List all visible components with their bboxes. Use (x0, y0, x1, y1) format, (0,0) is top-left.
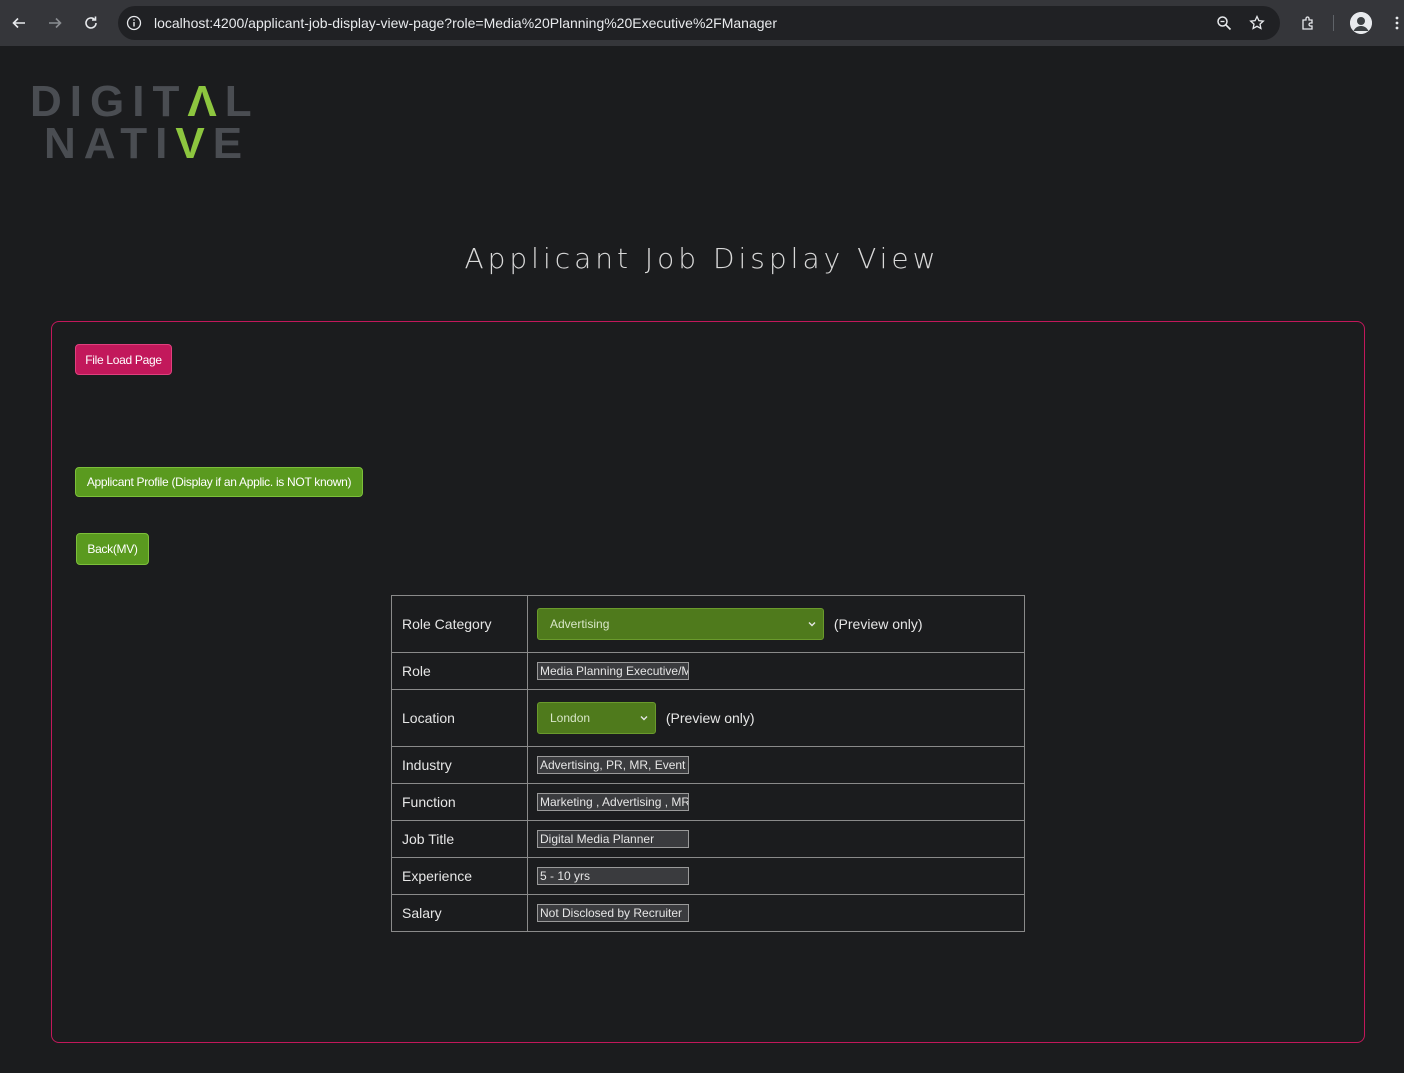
extensions-icon[interactable] (1296, 11, 1320, 35)
reload-icon[interactable] (79, 11, 103, 35)
page-body: DIGITΛL NATIVE Applicant Job Display Vie… (0, 46, 1404, 1073)
table-row-salary: Salary Not Disclosed by Recruiter (391, 894, 1025, 932)
location-preview-note: (Preview only) (665, 710, 755, 726)
profile-avatar[interactable] (1350, 12, 1372, 34)
experience-label: Experience (391, 857, 528, 895)
table-row-role-category: Role Category Advertising (Preview only) (391, 595, 1025, 653)
role-label: Role (391, 652, 528, 690)
location-selected: London (550, 711, 591, 725)
menu-kebab-icon[interactable] (1385, 11, 1404, 35)
site-info-icon[interactable] (126, 15, 142, 31)
file-load-page-button[interactable]: File Load Page (75, 344, 172, 375)
role-category-label: Role Category (391, 595, 528, 653)
function-label: Function (391, 783, 528, 821)
back-mv-button[interactable]: Back(MV) (76, 533, 149, 565)
table-row-role: Role Media Planning Executive/Manager (391, 652, 1025, 690)
url-text[interactable]: localhost:4200/applicant-job-display-vie… (154, 15, 777, 31)
logo-line-1: DIGITΛL (30, 77, 260, 126)
job-details-table: Role Category Advertising (Preview only)… (391, 595, 1025, 932)
digital-native-logo: DIGITΛL NATIVE (30, 80, 260, 170)
bookmark-star-icon[interactable] (1249, 15, 1265, 31)
job-title-label: Job Title (391, 820, 528, 858)
role-category-select[interactable]: Advertising (537, 608, 824, 640)
role-category-preview-note: (Preview only) (833, 616, 923, 632)
logo-line-2: NATIVE (44, 119, 251, 168)
table-row-location: Location London (Preview only) (391, 689, 1025, 747)
back-arrow-icon[interactable] (7, 11, 31, 35)
table-row-job-title: Job Title Digital Media Planner (391, 820, 1025, 858)
function-field[interactable]: Marketing , Advertising , MR , PR (537, 793, 689, 812)
table-row-experience: Experience 5 - 10 yrs (391, 857, 1025, 895)
industry-label: Industry (391, 746, 528, 784)
industry-field[interactable]: Advertising, PR, MR, Event Management (537, 756, 689, 775)
table-row-industry: Industry Advertising, PR, MR, Event Mana… (391, 746, 1025, 784)
role-field[interactable]: Media Planning Executive/Manager (537, 662, 689, 681)
address-bar[interactable]: localhost:4200/applicant-job-display-vie… (118, 6, 1280, 40)
chevron-down-icon (808, 622, 816, 627)
location-label: Location (391, 689, 528, 747)
chevron-down-icon (640, 716, 648, 721)
page-title: Applicant Job Display View (464, 242, 940, 275)
salary-field[interactable]: Not Disclosed by Recruiter (537, 904, 689, 923)
browser-toolbar: localhost:4200/applicant-job-display-vie… (0, 0, 1404, 46)
job-title-field[interactable]: Digital Media Planner (537, 830, 689, 849)
forward-arrow-icon[interactable] (43, 11, 67, 35)
experience-field[interactable]: 5 - 10 yrs (537, 867, 689, 886)
role-category-selected: Advertising (550, 617, 610, 631)
table-row-function: Function Marketing , Advertising , MR , … (391, 783, 1025, 821)
location-select[interactable]: London (537, 702, 656, 734)
toolbar-divider (1333, 15, 1334, 31)
zoom-icon[interactable] (1216, 15, 1232, 31)
applicant-profile-button[interactable]: Applicant Profile (Display if an Applic.… (75, 467, 363, 497)
salary-label: Salary (391, 894, 528, 932)
